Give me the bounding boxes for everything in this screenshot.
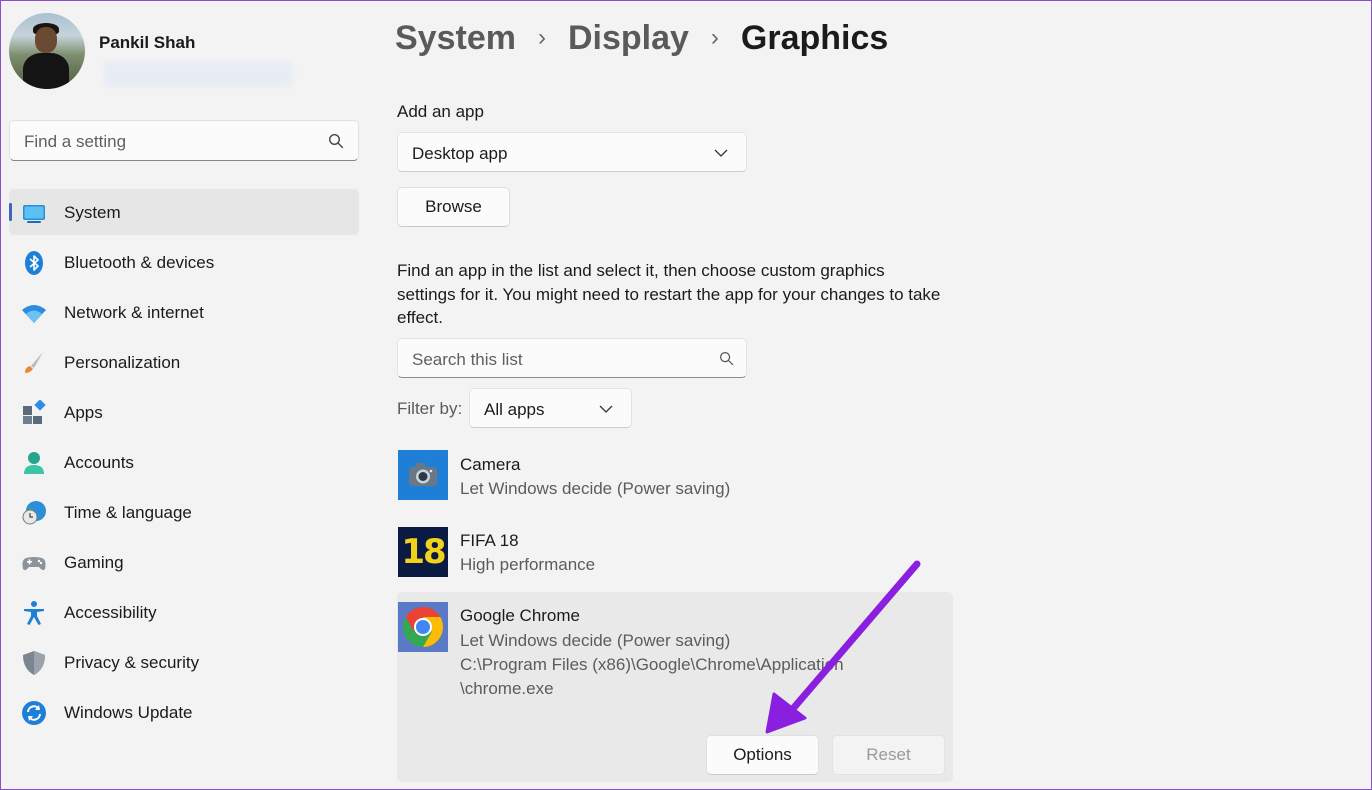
sidebar-nav: System Bluetooth & devices Network & int… xyxy=(9,189,359,739)
app-type-dropdown[interactable]: Desktop app xyxy=(397,132,747,172)
sidebar-item-windows-update[interactable]: Windows Update xyxy=(9,689,359,735)
update-icon xyxy=(22,701,46,725)
list-search-input[interactable]: Search this list xyxy=(397,338,747,378)
sidebar-item-label: Network & internet xyxy=(64,303,204,322)
sidebar-item-label: Bluetooth & devices xyxy=(64,253,215,272)
app-preference: High performance xyxy=(460,555,596,574)
chevron-down-icon xyxy=(714,149,728,157)
reset-button[interactable]: Reset xyxy=(832,735,945,775)
app-path-line-1: C:\Program Files (x86)\Google\Chrome\App… xyxy=(460,655,844,674)
sidebar-item-label: Privacy & security xyxy=(64,653,200,672)
sidebar-item-privacy-security[interactable]: Privacy & security xyxy=(9,639,359,685)
avatar xyxy=(9,13,85,89)
search-icon xyxy=(719,351,734,366)
sidebar-item-time-language[interactable]: Time & language xyxy=(9,489,359,535)
app-path-line-2: \chrome.exe xyxy=(460,679,554,698)
sidebar-item-label: Apps xyxy=(64,403,103,422)
fifa-18-icon-text: 18 xyxy=(401,532,446,572)
sidebar-item-system[interactable]: System xyxy=(9,189,359,235)
camera-icon xyxy=(398,450,448,500)
shield-icon xyxy=(23,651,45,675)
system-icon xyxy=(23,205,45,223)
brush-icon xyxy=(25,352,43,373)
sidebar-item-apps[interactable]: Apps xyxy=(9,389,359,435)
sidebar-item-network[interactable]: Network & internet xyxy=(9,289,359,335)
sidebar-item-gaming[interactable]: Gaming xyxy=(9,539,359,585)
apps-icon xyxy=(23,400,46,424)
accessibility-icon xyxy=(24,601,44,625)
app-preference: Let Windows decide (Power saving) xyxy=(460,631,731,650)
breadcrumb-system[interactable]: System xyxy=(395,19,516,58)
list-search-placeholder: Search this list xyxy=(412,350,523,369)
app-preference: Let Windows decide (Power saving) xyxy=(460,479,731,498)
breadcrumb: System › Display › Graphics xyxy=(395,15,888,61)
gamepad-icon xyxy=(22,557,46,571)
app-name: FIFA 18 xyxy=(460,531,519,550)
breadcrumb-separator: › xyxy=(537,24,546,51)
breadcrumb-separator: › xyxy=(710,24,719,51)
sidebar-item-label: Windows Update xyxy=(64,703,193,722)
app-list-item-fifa-18[interactable]: 18 FIFA 18 High performance xyxy=(397,526,953,586)
options-button[interactable]: Options xyxy=(706,735,819,775)
sidebar-item-bluetooth[interactable]: Bluetooth & devices xyxy=(9,239,359,285)
person-icon xyxy=(24,452,44,474)
sidebar-item-label: Personalization xyxy=(64,353,181,372)
settings-search-input[interactable]: Find a setting xyxy=(9,120,359,161)
globe-clock-icon xyxy=(22,501,46,525)
app-name: Google Chrome xyxy=(460,606,581,625)
fifa-18-icon: 18 xyxy=(398,527,448,577)
app-name: Camera xyxy=(460,455,521,474)
chevron-down-icon xyxy=(599,405,613,413)
sidebar-item-label: System xyxy=(64,203,121,222)
sidebar-item-accessibility[interactable]: Accessibility xyxy=(9,589,359,635)
app-list-item-camera[interactable]: Camera Let Windows decide (Power saving) xyxy=(397,450,953,510)
sidebar-item-label: Accessibility xyxy=(64,603,157,622)
user-profile[interactable]: Pankil Shah xyxy=(9,13,369,93)
sidebar-item-personalization[interactable]: Personalization xyxy=(9,339,359,385)
sidebar-item-label: Gaming xyxy=(64,553,124,572)
sidebar: Pankil Shah Find a setting System Blueto… xyxy=(1,1,376,790)
filter-label: Filter by: xyxy=(397,399,463,418)
breadcrumb-display[interactable]: Display xyxy=(568,19,689,58)
bluetooth-icon xyxy=(25,251,43,275)
add-app-label: Add an app xyxy=(397,102,484,121)
filter-dropdown[interactable]: All apps xyxy=(469,388,632,428)
profile-name: Pankil Shah xyxy=(99,33,196,52)
sidebar-item-label: Accounts xyxy=(64,453,134,472)
chrome-icon xyxy=(398,602,448,652)
app-list-item-google-chrome[interactable]: Google Chrome Let Windows decide (Power … xyxy=(397,592,953,782)
sidebar-item-label: Time & language xyxy=(64,503,192,522)
profile-email-redacted xyxy=(103,61,293,87)
browse-button[interactable]: Browse xyxy=(397,187,510,227)
sidebar-item-accounts[interactable]: Accounts xyxy=(9,439,359,485)
filter-value: All apps xyxy=(484,400,545,419)
wifi-icon xyxy=(22,305,46,323)
instructions-text: Find an app in the list and select it, t… xyxy=(397,261,941,327)
search-icon xyxy=(328,133,344,149)
search-placeholder: Find a setting xyxy=(24,132,127,151)
app-type-value: Desktop app xyxy=(412,144,508,163)
page-title: Graphics xyxy=(740,18,889,57)
